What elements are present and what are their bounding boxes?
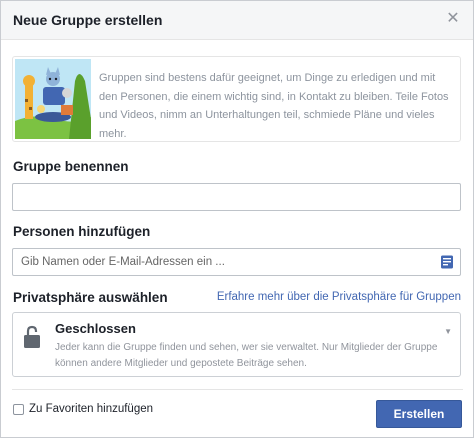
- address-book-icon[interactable]: [440, 255, 454, 269]
- intro-text: Gruppen sind bestens dafür geeignet, um …: [99, 72, 449, 140]
- chevron-down-icon: ▼: [444, 327, 452, 336]
- group-name-input[interactable]: [12, 183, 461, 211]
- favorites-label: Zu Favoriten hinzufügen: [29, 403, 154, 415]
- privacy-option-description: Jeder kann die Gruppe finden und sehen, …: [55, 342, 438, 369]
- privacy-dropdown[interactable]: Geschlossen Jeder kann die Gruppe finden…: [12, 312, 461, 377]
- group-name-label: Gruppe benennen: [13, 159, 129, 174]
- privacy-option-title: Geschlossen: [55, 321, 136, 336]
- create-button[interactable]: Erstellen: [376, 400, 462, 428]
- privacy-label: Privatsphäre auswählen: [13, 290, 168, 305]
- add-people-placeholder: Gib Namen oder E-Mail-Adressen ein ...: [21, 256, 225, 268]
- intro-box: Gruppen sind bestens dafür geeignet, um …: [12, 56, 461, 142]
- group-illustration: [15, 59, 91, 139]
- dialog-title: Neue Gruppe erstellen: [13, 12, 163, 28]
- lock-icon: [24, 325, 40, 348]
- close-icon[interactable]: ✕: [443, 9, 463, 29]
- create-group-dialog: Neue Gruppe erstellen ✕ Gruppen sind bes…: [0, 0, 474, 438]
- dialog-header: Neue Gruppe erstellen ✕: [1, 1, 473, 40]
- footer-divider: [12, 389, 463, 390]
- add-people-input[interactable]: Gib Namen oder E-Mail-Adressen ein ...: [12, 248, 461, 276]
- favorites-checkbox[interactable]: [13, 404, 24, 415]
- privacy-learn-more-link[interactable]: Erfahre mehr über die Privatsphäre für G…: [217, 291, 461, 303]
- add-people-label: Personen hinzufügen: [13, 224, 151, 239]
